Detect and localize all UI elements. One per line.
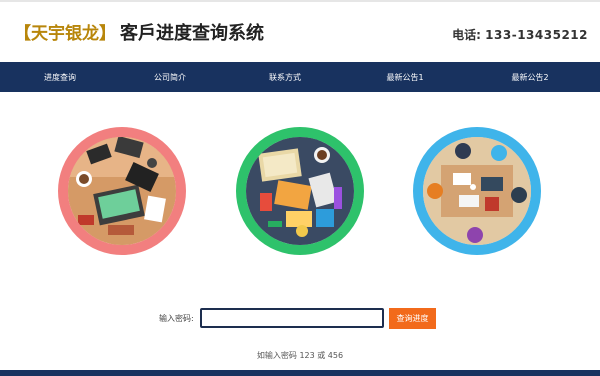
nav-item-contact[interactable]: 联系方式 [220, 72, 350, 83]
illustration-desk-workspace [236, 127, 364, 255]
illustration-laptop-workspace [58, 127, 186, 255]
nav-item-announcement-1[interactable]: 最新公告1 [350, 72, 460, 83]
nav-item-announcement-2[interactable]: 最新公告2 [460, 72, 600, 83]
password-search-row: 输入密码: 查询进度 [0, 308, 600, 330]
top-border [0, 0, 600, 2]
nav-item-progress-query[interactable]: 进度查询 [0, 72, 120, 83]
illustration-row [0, 124, 600, 259]
desk-workspace-image [246, 137, 354, 245]
phone-contact: 电话: 133-13435212 [452, 26, 588, 43]
main-nav: 进度查询 公司简介 联系方式 最新公告1 最新公告2 [0, 62, 600, 92]
nav-item-company-profile[interactable]: 公司简介 [120, 72, 220, 83]
password-input[interactable] [200, 308, 384, 328]
brand-bracket-open: 【 [14, 24, 31, 44]
illustration-team-meeting [413, 127, 541, 255]
phone-number: 133-13435212 [485, 28, 588, 42]
footer-bar [0, 370, 600, 376]
phone-label: 电话: [452, 28, 481, 42]
laptop-workspace-image [68, 137, 176, 245]
password-hint: 如输入密码 123 或 456 [256, 351, 344, 360]
site-title: 【天宇银龙】 客戶进度查询系统 [14, 22, 264, 46]
system-title: 客戶进度查询系统 [120, 23, 264, 44]
brand-bracket-close: 】 [99, 24, 116, 44]
password-label: 输入密码: [159, 314, 194, 323]
team-meeting-image [423, 137, 531, 245]
query-progress-button[interactable]: 查询进度 [389, 308, 436, 329]
brand-name: 天宇银龙 [31, 24, 99, 44]
